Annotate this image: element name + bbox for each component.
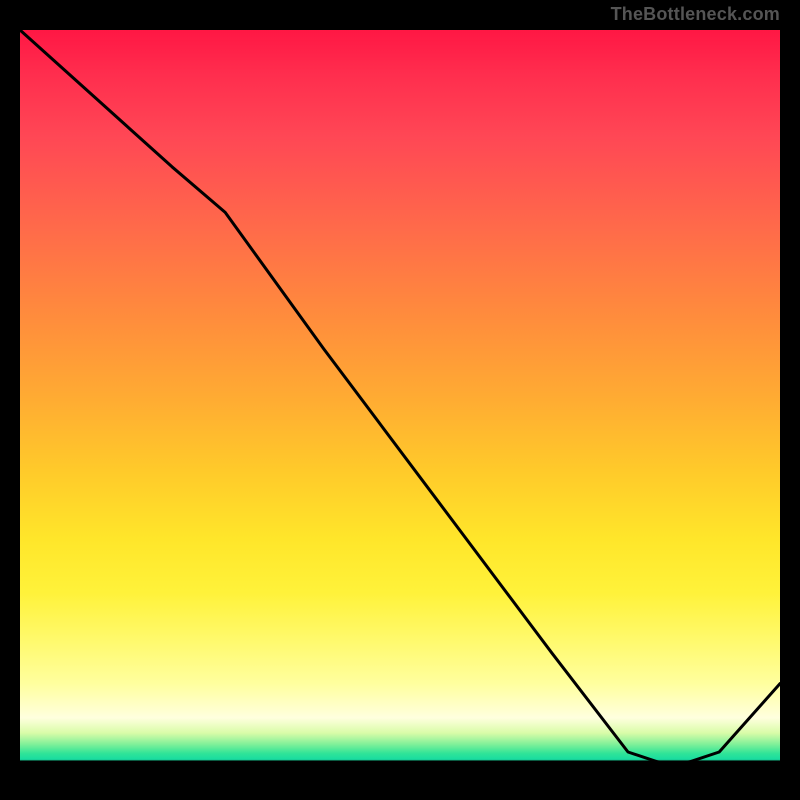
- watermark-text: TheBottleneck.com: [611, 4, 780, 25]
- chart-line-layer: [20, 30, 780, 790]
- chart-container: [20, 30, 780, 790]
- chart-curve: [20, 30, 780, 767]
